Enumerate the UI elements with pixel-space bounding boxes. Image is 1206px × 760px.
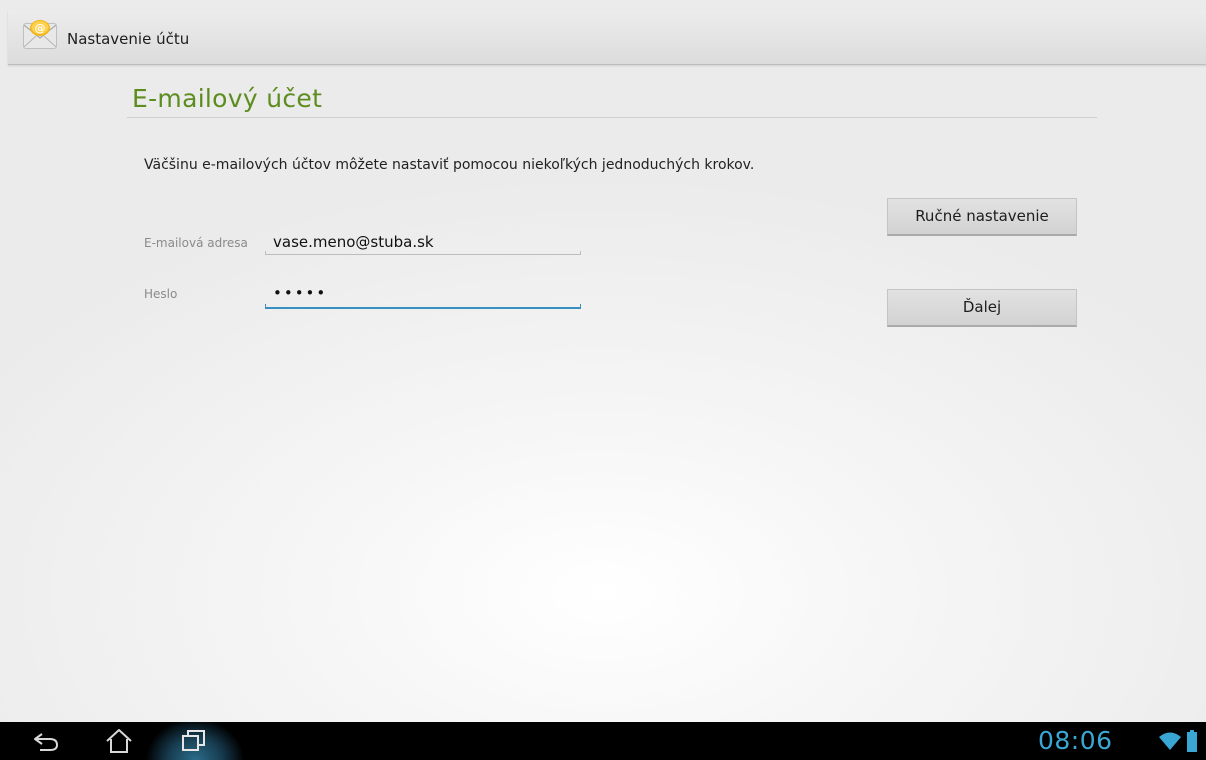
email-app-icon[interactable]: @	[20, 14, 60, 54]
password-field[interactable]: •••••	[265, 283, 581, 309]
password-underline	[265, 307, 581, 309]
email-underline-right	[580, 251, 581, 255]
email-label: E-mailová adresa	[144, 236, 248, 250]
action-bar: @ Nastavenie účtu	[8, 10, 1206, 65]
title-divider	[127, 117, 1097, 118]
intro-text: Väčšinu e-mailových účtov môžete nastavi…	[144, 157, 755, 173]
email-underline-left	[265, 251, 266, 255]
recent-apps-icon[interactable]	[180, 728, 208, 754]
clock[interactable]: 08:06	[1038, 726, 1113, 755]
password-underline-left	[265, 304, 266, 309]
password-label: Heslo	[144, 287, 178, 301]
wifi-icon	[1159, 732, 1181, 750]
battery-icon	[1187, 730, 1197, 752]
page-title: E-mailový účet	[132, 84, 323, 113]
home-icon[interactable]	[104, 728, 134, 754]
email-field[interactable]: vase.meno@stuba.sk	[265, 229, 581, 255]
password-underline-right	[580, 304, 581, 309]
screen: @ Nastavenie účtu E-mailový účet Väčšinu…	[0, 0, 1206, 760]
svg-text:@: @	[35, 22, 46, 35]
app-bar-title: Nastavenie účtu	[67, 30, 190, 48]
back-icon[interactable]	[30, 728, 64, 754]
system-bar: 08:06	[0, 722, 1206, 760]
password-value: •••••	[273, 284, 328, 302]
email-value: vase.meno@stuba.sk	[273, 233, 434, 251]
email-underline	[265, 254, 581, 255]
next-button[interactable]: Ďalej	[887, 289, 1077, 327]
manual-setup-button[interactable]: Ručné nastavenie	[887, 198, 1077, 236]
